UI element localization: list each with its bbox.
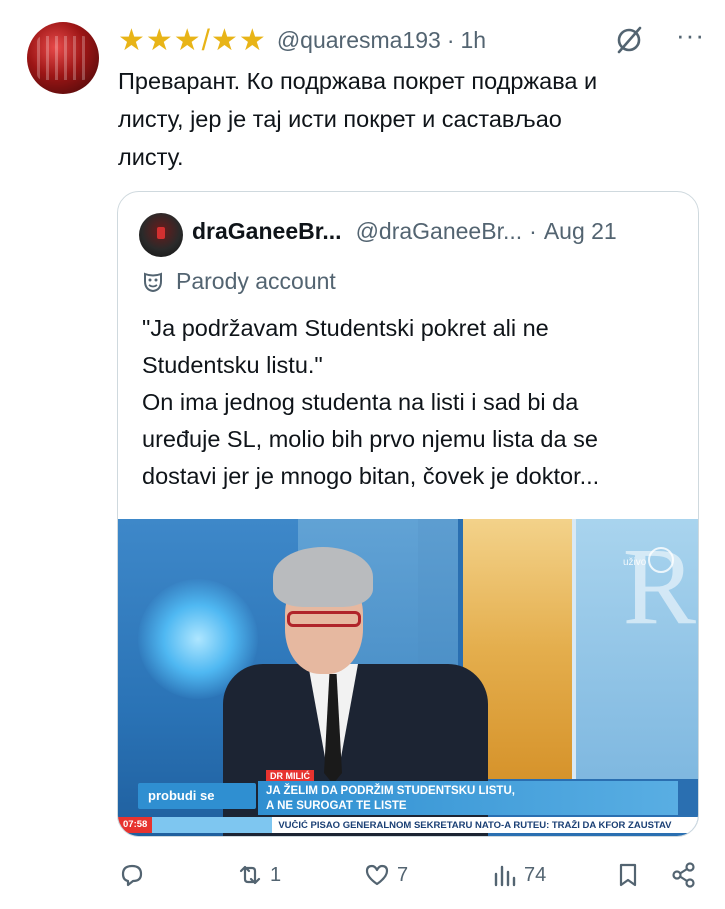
quoted-author-name[interactable]: draGaneeBr... bbox=[192, 218, 342, 245]
more-options-icon[interactable]: ··· bbox=[676, 20, 705, 51]
action-bar: 1 7 74 bbox=[118, 855, 708, 895]
studio-letter-decoration: R bbox=[622, 525, 696, 647]
quoted-text-line: Studentsku listu." bbox=[142, 352, 323, 378]
headline-line: JA ŽELIM DA PODRŽIM STUDENTSKU LISTU, bbox=[266, 785, 515, 797]
quoted-author-avatar[interactable] bbox=[139, 213, 183, 257]
headline-line: A NE SUROGAT TE LISTE bbox=[266, 800, 407, 812]
tweet-header: ★★★/★★ @quaresma193 · 1h ··· bbox=[118, 20, 705, 60]
ticker-time: 07:58 bbox=[118, 817, 153, 833]
tweet-time[interactable]: 1h bbox=[460, 27, 486, 54]
tweet-text: Преварант. Ко подржава покрет подржава и… bbox=[118, 62, 678, 176]
tweet-text-line: Преварант. Ко подржава покрет подржава и bbox=[118, 68, 598, 94]
views-button[interactable]: 74 bbox=[490, 861, 546, 889]
retweet-icon bbox=[239, 865, 261, 885]
channel-logo-icon bbox=[648, 547, 674, 573]
live-label: uživo bbox=[623, 557, 647, 568]
reply-icon bbox=[121, 864, 143, 887]
separator-dot: · bbox=[529, 218, 537, 244]
views-chart-icon bbox=[494, 865, 516, 887]
quoted-text-line: "Ja podržavam Studentski pokret ali ne bbox=[142, 315, 549, 341]
bookmark-button[interactable] bbox=[614, 861, 642, 889]
glasses bbox=[287, 611, 361, 627]
quoted-text-line: On ima jednog studenta na listi i sad bi… bbox=[142, 389, 579, 415]
headline-banner: JA ŽELIM DA PODRŽIM STUDENTSKU LISTU, A … bbox=[258, 781, 678, 815]
author-avatar[interactable] bbox=[27, 22, 99, 94]
separator-dot: · bbox=[446, 26, 455, 53]
show-logo: probudi se bbox=[138, 783, 256, 809]
like-count: 7 bbox=[397, 863, 409, 886]
quoted-date[interactable]: Aug 21 bbox=[544, 218, 617, 245]
tweet-text-line: листу, јер је тај исти покрет и саставља… bbox=[118, 106, 562, 132]
quoted-media-image[interactable]: R uživo DR MILIĆ probudi se JA ŽELIM DA … bbox=[118, 519, 698, 836]
like-button[interactable]: 7 bbox=[363, 861, 408, 889]
quoted-text: "Ja podržavam Studentski pokret ali ne S… bbox=[142, 310, 682, 495]
retweet-count: 1 bbox=[270, 863, 282, 886]
bookmark-icon bbox=[619, 863, 637, 887]
share-button[interactable] bbox=[670, 861, 698, 889]
author-handle[interactable]: @quaresma193 bbox=[277, 27, 441, 54]
lower-third: DR MILIĆ probudi se JA ŽELIM DA PODRŽIM … bbox=[118, 767, 698, 833]
parody-label: Parody account bbox=[142, 268, 336, 295]
quoted-tweet[interactable]: draGaneeBr... @draGaneeBr... · Aug 21 Pa… bbox=[117, 191, 699, 837]
ticker-logo bbox=[152, 817, 273, 833]
parody-text: Parody account bbox=[176, 268, 336, 294]
heart-icon bbox=[365, 864, 389, 886]
ticker-text: VUČIĆ PISAO GENERALNOM SEKRETARU NATO-A … bbox=[278, 819, 672, 831]
quoted-author-handle[interactable]: @draGaneeBr... bbox=[356, 218, 523, 245]
quoted-text-line: uređuje SL, molio bih prvo njemu lista d… bbox=[142, 426, 598, 452]
views-count: 74 bbox=[524, 863, 547, 886]
share-icon bbox=[672, 862, 695, 888]
reply-button[interactable] bbox=[118, 861, 152, 889]
hair bbox=[273, 547, 373, 607]
news-ticker: 07:58 VUČIĆ PISAO GENERALNOM SEKRETARU N… bbox=[118, 817, 698, 833]
studio-divider bbox=[572, 519, 576, 779]
grok-icon[interactable] bbox=[611, 22, 647, 58]
parody-mask-icon bbox=[144, 272, 162, 292]
quoted-text-line: dostavi jer je mnogo bitan, čovek je dok… bbox=[142, 463, 600, 489]
tweet-text-line: листу. bbox=[118, 144, 184, 170]
retweet-button[interactable]: 1 bbox=[236, 861, 281, 889]
author-name[interactable]: ★★★/★★ bbox=[118, 23, 267, 58]
quoted-header: draGaneeBr... @draGaneeBr... · Aug 21 bbox=[192, 218, 682, 245]
